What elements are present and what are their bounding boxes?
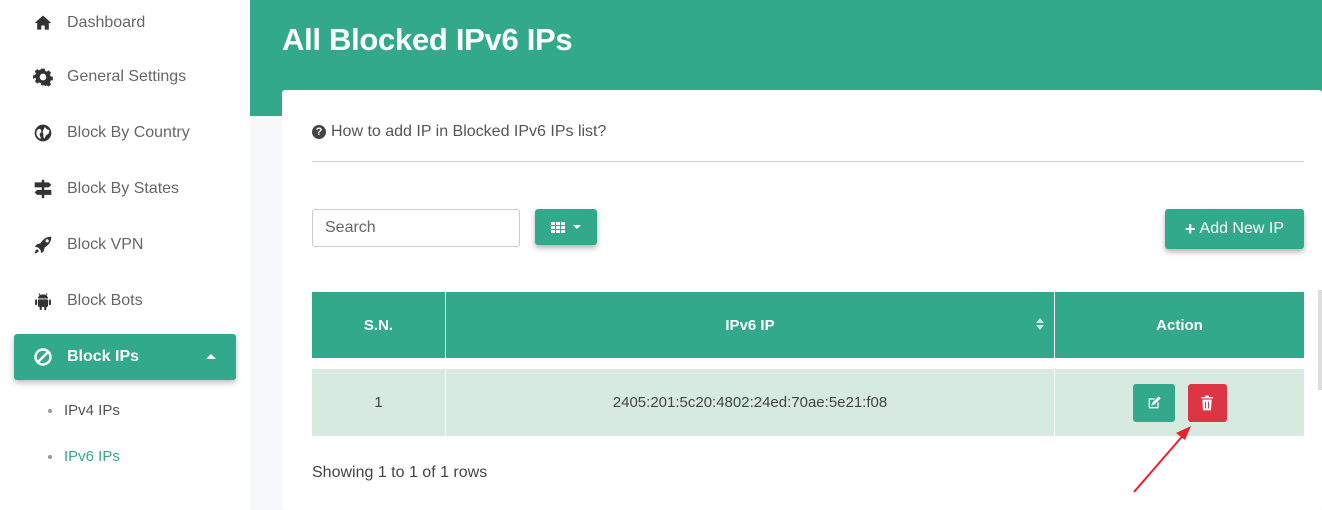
sidebar-item-block-by-country[interactable]: Block By Country <box>14 110 236 156</box>
bullet-icon <box>48 454 52 459</box>
sidebar: Dashboard General Settings Block By Coun… <box>0 0 250 510</box>
page-title: All Blocked IPv6 IPs <box>282 22 573 57</box>
edit-icon <box>1148 395 1161 408</box>
columns-toggle-button[interactable] <box>535 209 597 245</box>
globe-icon <box>32 122 54 144</box>
cell-sn: 1 <box>312 369 445 436</box>
column-header-label: S.N. <box>363 316 394 334</box>
sidebar-item-label: Block VPN <box>67 236 144 253</box>
sidebar-item-block-by-states[interactable]: Block By States <box>14 166 236 212</box>
sidebar-subitem-label: IPv6 IPs <box>64 448 120 465</box>
column-header-action: Action <box>1055 292 1304 358</box>
sidebar-item-label: General Settings <box>67 68 187 85</box>
gear-icon <box>32 66 54 88</box>
sidebar-subitem-ipv4[interactable]: IPv4 IPs <box>48 402 120 419</box>
add-new-ip-button[interactable]: + Add New IP <box>1165 209 1304 249</box>
rocket-icon <box>32 234 54 256</box>
sidebar-item-label: Block By States <box>67 180 180 197</box>
cell-action <box>1055 369 1304 436</box>
sort-icon[interactable] <box>1036 318 1044 330</box>
scrollbar[interactable] <box>1318 290 1322 390</box>
sidebar-item-dashboard[interactable]: Dashboard <box>14 0 236 46</box>
column-header-label: IPv6 IP <box>725 316 775 334</box>
add-new-ip-label: Add New IP <box>1199 220 1284 237</box>
sidebar-subitem-label: IPv4 IPs <box>64 402 120 419</box>
plus-icon: + <box>1185 218 1196 239</box>
sidebar-item-label: Block Bots <box>67 292 143 309</box>
caret-down-icon <box>573 225 581 229</box>
pagination-info: Showing 1 to 1 of 1 rows <box>312 464 488 481</box>
trash-icon <box>1201 395 1213 410</box>
android-icon <box>32 290 54 312</box>
grid-icon <box>551 221 566 233</box>
home-icon <box>32 12 54 34</box>
search-input[interactable] <box>312 209 520 247</box>
signpost-icon <box>32 178 54 200</box>
question-circle-icon: ? <box>312 125 326 139</box>
sidebar-item-label: Block IPs <box>67 348 140 365</box>
sidebar-item-label: Dashboard <box>67 14 146 31</box>
edit-button[interactable] <box>1132 383 1175 422</box>
delete-button[interactable] <box>1187 383 1227 422</box>
help-link[interactable]: ? How to add IP in Blocked IPv6 IPs list… <box>312 123 606 141</box>
sidebar-item-block-bots[interactable]: Block Bots <box>14 278 236 324</box>
sidebar-item-general-settings[interactable]: General Settings <box>14 54 236 100</box>
bullet-icon <box>48 408 52 413</box>
sidebar-item-block-ips[interactable]: Block IPs <box>14 334 236 380</box>
sidebar-item-label: Block By Country <box>67 124 190 141</box>
sidebar-subitem-ipv6[interactable]: IPv6 IPs <box>48 448 120 465</box>
column-header-ipv6[interactable]: IPv6 IP <box>446 292 1054 358</box>
ban-icon <box>32 346 54 368</box>
chevron-up-icon <box>206 354 216 359</box>
column-header-label: Action <box>1156 316 1203 334</box>
content-card: ? How to add IP in Blocked IPv6 IPs list… <box>282 90 1322 510</box>
divider <box>312 161 1304 162</box>
column-header-sn[interactable]: S.N. <box>312 292 445 358</box>
help-text: How to add IP in Blocked IPv6 IPs list? <box>331 123 607 140</box>
cell-ipv6: 2405:201:5c20:4802:24ed:70ae:5e21:f08 <box>446 369 1054 436</box>
sidebar-item-block-vpn[interactable]: Block VPN <box>14 222 236 268</box>
